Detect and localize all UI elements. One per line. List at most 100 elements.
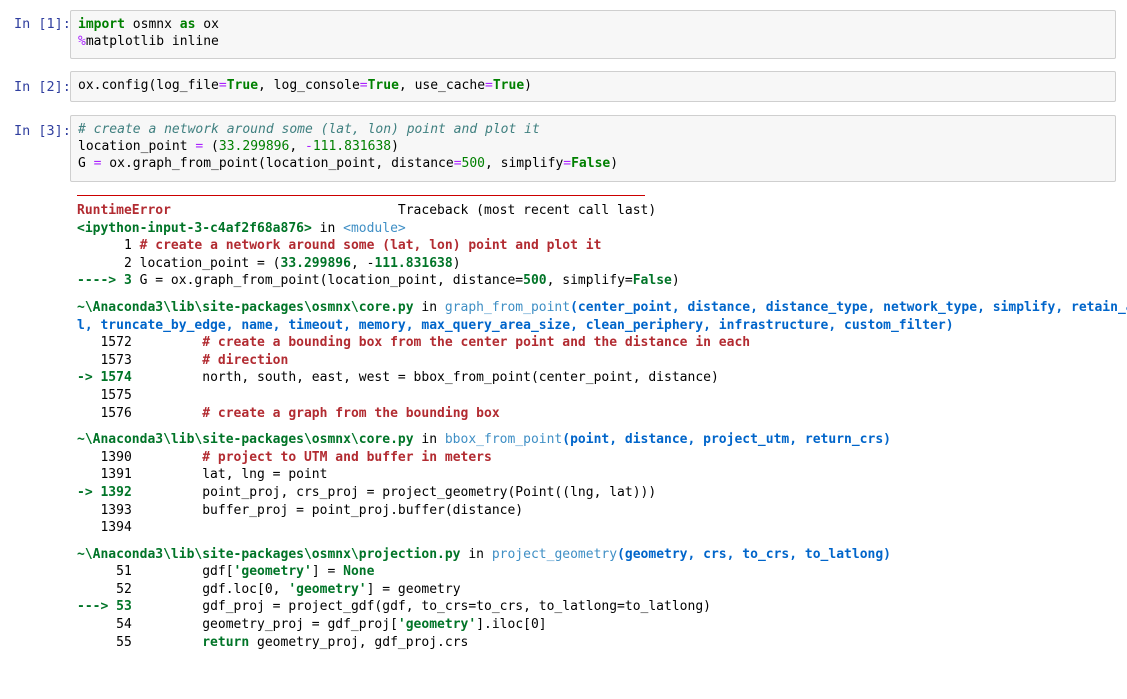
code-token: = [563, 156, 572, 171]
traceback-token: in [311, 220, 344, 236]
traceback-token: 'geometry' [288, 581, 367, 597]
code-token: import [78, 17, 125, 32]
code-token: , [289, 139, 305, 154]
traceback-token: (geometry, crs, to_crs, to_latlong) [617, 546, 891, 562]
error-divider [77, 195, 645, 196]
traceback-line: l, truncate_by_edge, name, timeout, memo… [77, 317, 1107, 335]
traceback-token: graph_from_point [444, 299, 571, 315]
traceback-token: ~\Anaconda3\lib\site-packages\osmnx\core… [77, 299, 414, 315]
code-token: ( [203, 139, 219, 154]
code-token: % [78, 34, 86, 49]
code-token: ) [610, 156, 619, 171]
traceback-token: ~\Anaconda3\lib\site-packages\osmnx\proj… [77, 546, 461, 562]
traceback-token: 1 [77, 238, 140, 254]
traceback-token: 51 gdf[ [77, 564, 234, 580]
traceback: RuntimeError Traceback (most recent call… [77, 202, 1127, 651]
traceback-token: RuntimeError [77, 203, 171, 218]
code-token: True [226, 78, 259, 93]
traceback-line: 1 # create a network around some (lat, l… [77, 237, 1107, 255]
traceback-token: ----> 3 [77, 273, 132, 289]
traceback-token: 500 [523, 273, 547, 289]
cell-prompt: In [1]: [14, 16, 71, 32]
code-token: = [453, 156, 462, 171]
cell-prompt: In [2]: [14, 79, 71, 95]
traceback-token: 1575 [77, 387, 132, 403]
code-token: , log_console [258, 78, 360, 93]
traceback-line: 1390 # project to UTM and buffer in mete… [77, 449, 1107, 467]
traceback-token: l, truncate_by_edge, name, timeout, memo… [77, 317, 954, 333]
traceback-token: ---> 53 [77, 599, 132, 615]
traceback-token: ] = [311, 564, 344, 580]
traceback-line: RuntimeError Traceback (most recent call… [77, 202, 1107, 220]
traceback-token: 1393 buffer_proj = point_proj.buffer(dis… [77, 502, 524, 518]
code-token: 500 [461, 156, 485, 171]
code-token: , use_cache [398, 78, 486, 93]
code-token: ox.config(log_file [78, 78, 219, 93]
traceback-token: return [202, 634, 250, 650]
traceback-gap [77, 290, 1107, 299]
traceback-token: 54 geometry_proj = gdf_proj[ [77, 617, 398, 633]
traceback-token: Traceback (most recent call last) [170, 203, 657, 218]
traceback-token: 33.299896 [280, 255, 351, 271]
error-output: RuntimeError Traceback (most recent call… [77, 195, 1127, 651]
cell-input[interactable]: ox.config(log_file=True, log_console=Tru… [70, 71, 1116, 102]
traceback-token: 1572 [77, 335, 203, 351]
traceback-token: False [632, 273, 672, 289]
traceback-line: -> 1574 north, south, east, west = bbox_… [77, 369, 1107, 387]
traceback-line: -> 1392 point_proj, crs_proj = project_g… [77, 484, 1107, 502]
traceback-line: 2 location_point = (33.299896, -111.8316… [77, 255, 1107, 273]
traceback-token: in [460, 546, 492, 562]
traceback-token: ].iloc[0] [476, 617, 547, 633]
traceback-token: ] = geometry [366, 581, 461, 597]
traceback-token: , - [350, 255, 375, 271]
traceback-line: 1576 # create a graph from the bounding … [77, 405, 1107, 423]
code-line: ox.config(log_file=True, log_console=Tru… [78, 77, 1108, 94]
traceback-line: ---> 53 gdf_proj = project_gdf(gdf, to_c… [77, 598, 1107, 616]
traceback-token: 1390 [77, 449, 203, 465]
traceback-token: # create a bounding box from the center … [202, 335, 751, 351]
code-token: = [359, 78, 368, 93]
traceback-token: G = ox.graph_from_point(location_point, … [131, 273, 524, 289]
code-token: - [305, 139, 313, 154]
traceback-token: ~\Anaconda3\lib\site-packages\osmnx\core… [77, 432, 414, 448]
cell-input[interactable]: import osmnx as ox %matplotlib inline [70, 10, 1116, 59]
cell-prompt: In [3]: [14, 123, 71, 139]
code-token: True [367, 78, 399, 93]
traceback-line: ~\Anaconda3\lib\site-packages\osmnx\proj… [77, 546, 1107, 564]
code-token: ) [524, 78, 532, 93]
traceback-line: ----> 3 G = ox.graph_from_point(location… [77, 272, 1107, 290]
traceback-gap [77, 537, 1107, 546]
traceback-token: 1391 lat, lng = point [77, 467, 328, 483]
traceback-token: bbox_from_point [444, 432, 563, 448]
traceback-line: 1391 lat, lng = point [77, 466, 1107, 484]
cell-input[interactable]: # create a network around some (lat, lon… [70, 115, 1116, 182]
traceback-token: <module> [343, 220, 406, 236]
code-line: %matplotlib inline [78, 33, 1108, 50]
traceback-token: in [413, 432, 445, 448]
traceback-token: # create a graph from the bounding box [202, 405, 500, 421]
traceback-line: 54 geometry_proj = gdf_proj['geometry'].… [77, 616, 1107, 634]
traceback-token: (center_point, distance, distance_type, … [570, 299, 1127, 315]
traceback-line: 1573 # direction [77, 352, 1107, 370]
traceback-token: 55 [77, 634, 203, 650]
traceback-token: 'geometry' [233, 564, 312, 580]
traceback-token: # direction [202, 352, 289, 368]
traceback-line: 1575 [77, 387, 1107, 405]
traceback-line: 52 gdf.loc[0, 'geometry'] = geometry [77, 581, 1107, 599]
traceback-token: gdf_proj = project_gdf(gdf, to_crs=to_cr… [131, 599, 711, 615]
code-token: location_point [78, 139, 196, 154]
traceback-token: , simplify= [546, 273, 633, 289]
traceback-line: 1394 [77, 519, 1107, 537]
code-token: = [218, 78, 227, 93]
traceback-token: (point, distance, project_utm, return_cr… [562, 432, 891, 448]
traceback-token: geometry_proj, gdf_proj.crs [249, 634, 469, 650]
traceback-token: # project to UTM and buffer in meters [202, 449, 492, 465]
code-line: # create a network around some (lat, lon… [78, 121, 1108, 138]
code-line: G = ox.graph_from_point(location_point, … [78, 155, 1108, 172]
traceback-token: 'geometry' [397, 617, 477, 633]
traceback-token: north, south, east, west = bbox_from_poi… [131, 370, 719, 386]
code-token: 33.299896 [218, 139, 290, 154]
traceback-line: 1393 buffer_proj = point_proj.buffer(dis… [77, 502, 1107, 520]
code-line: import osmnx as ox [78, 16, 1108, 33]
traceback-token: 1576 [77, 405, 203, 421]
